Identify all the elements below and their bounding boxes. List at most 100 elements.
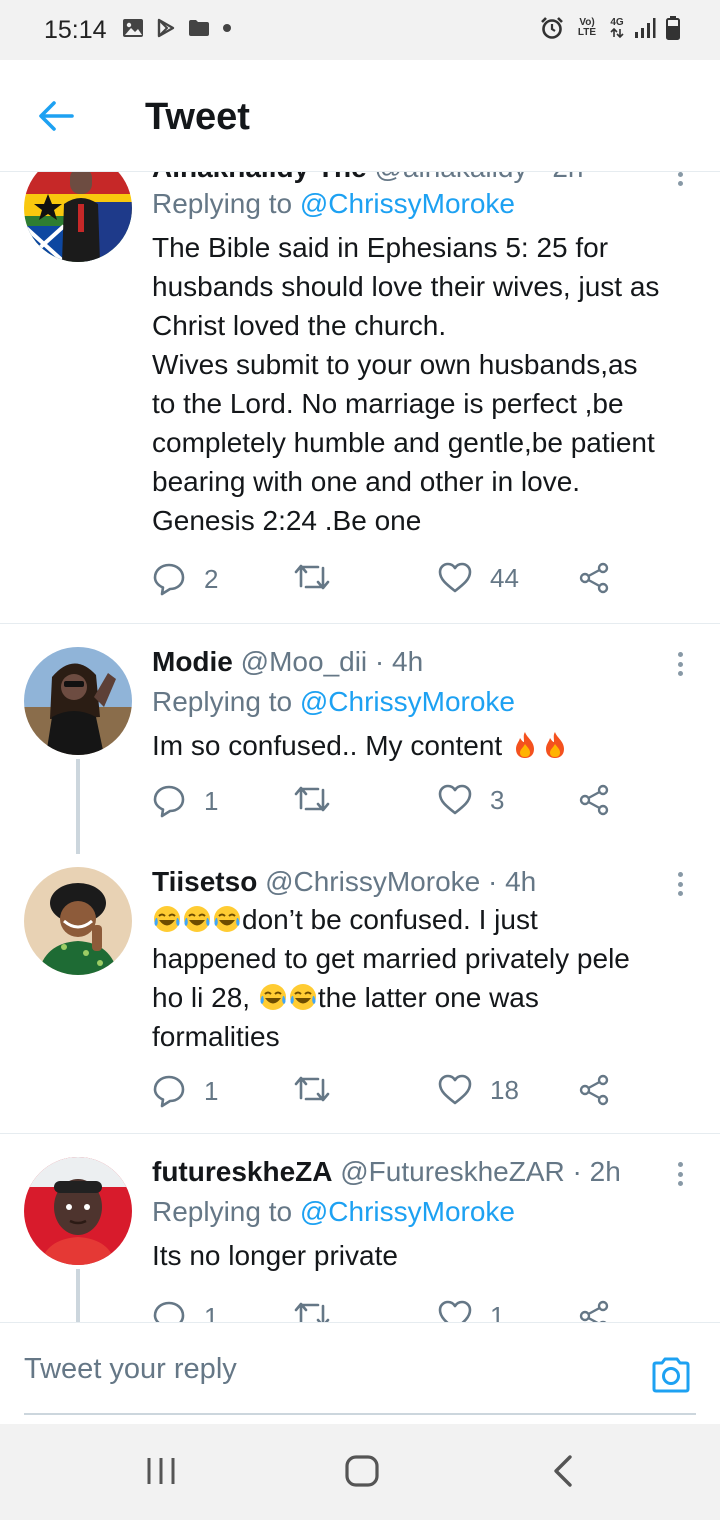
reply-button[interactable]: 1 (152, 1300, 218, 1322)
reply-button[interactable]: 2 (152, 562, 218, 596)
like-button[interactable]: 44 (438, 562, 519, 594)
reply-input[interactable]: Tweet your reply (24, 1353, 237, 1386)
battery-icon (666, 16, 680, 40)
retweet-icon (294, 1302, 330, 1322)
fire-emoji (545, 732, 564, 758)
reply-icon (153, 1075, 185, 1108)
author-name[interactable]: Tiisetso (152, 866, 257, 897)
share-icon (579, 1300, 609, 1322)
tears-of-joy-emoji (214, 906, 240, 932)
avatar[interactable] (24, 172, 132, 262)
tears-of-joy-emoji (154, 906, 180, 932)
tweet-actions: 2 44 (152, 562, 622, 602)
heart-icon (438, 1074, 472, 1105)
retweet-button[interactable] (294, 562, 330, 592)
share-icon (579, 784, 609, 816)
share-icon (579, 562, 609, 594)
status-time: 15:14 (44, 16, 107, 44)
heart-icon (438, 784, 472, 815)
reply-icon (153, 785, 185, 818)
author-handle: @alhakalidy · 2h (375, 172, 584, 183)
reply-button[interactable]: 1 (152, 784, 218, 818)
reply-count: 1 (204, 1301, 219, 1323)
more-options-icon[interactable] (674, 1156, 686, 1192)
reply-button[interactable]: 1 (152, 1074, 218, 1108)
tweet-text: Its no longer private (152, 1240, 398, 1271)
tears-of-joy-emoji (184, 906, 210, 932)
home-icon[interactable] (344, 1454, 380, 1488)
share-button[interactable] (578, 1300, 610, 1322)
reply-count: 2 (204, 563, 219, 594)
share-button[interactable] (578, 784, 610, 816)
avatar[interactable] (24, 1157, 132, 1265)
author-handle: @ChrissyMoroke · 4h (265, 866, 537, 897)
like-count: 3 (490, 784, 505, 815)
author-name[interactable]: futureskheZA (152, 1156, 332, 1187)
retweet-icon (294, 786, 330, 812)
heart-icon (438, 1300, 472, 1322)
tears-of-joy-emoji (259, 984, 286, 1010)
back-icon[interactable] (550, 1454, 578, 1488)
share-button[interactable] (578, 1074, 610, 1106)
reply-count: 1 (204, 1075, 219, 1106)
tweet-text: don’t be confused. I just happened to ge… (152, 904, 630, 1052)
like-button[interactable]: 18 (438, 1074, 519, 1106)
4g-icon: 4G (610, 18, 624, 38)
avatar[interactable] (24, 647, 132, 755)
mention-link[interactable]: @ChrissyMoroke (300, 188, 515, 219)
reply-composer: Tweet your reply (0, 1322, 720, 1424)
play-store-icon (157, 18, 175, 38)
retweet-button[interactable] (294, 1074, 330, 1104)
author-name[interactable]: Alhakhalidy The (152, 172, 367, 183)
like-button[interactable]: 1 (438, 1300, 504, 1322)
more-options-icon[interactable] (674, 866, 686, 902)
dot-icon (223, 24, 231, 32)
avatar[interactable] (24, 867, 132, 975)
like-count: 18 (490, 1074, 519, 1105)
reply-underline (24, 1413, 696, 1415)
gallery-icon (123, 19, 143, 37)
tweet-tiisetso[interactable]: Tiisetso @ChrissyMoroke · 4h don’t be co… (0, 844, 720, 1133)
top-app-bar: Tweet (0, 60, 720, 172)
thread-line (76, 759, 80, 854)
tweet-futureskheza[interactable]: futureskheZA @FutureskheZAR · 2h Replyin… (0, 1134, 720, 1322)
like-button[interactable]: 3 (438, 784, 504, 816)
heart-icon (438, 562, 472, 593)
tweet-text: The Bible said in Ephesians 5: 25 for hu… (152, 232, 660, 536)
retweet-button[interactable] (294, 1300, 330, 1322)
like-count: 1 (490, 1300, 505, 1323)
retweet-icon (294, 564, 330, 590)
tweet-modie[interactable]: Modie @Moo_dii · 4h Replying to @Chrissy… (0, 624, 720, 854)
arrow-left-icon[interactable] (36, 96, 76, 136)
mention-link[interactable]: @ChrissyMoroke (300, 686, 515, 717)
system-nav-bar (0, 1424, 720, 1520)
retweet-button[interactable] (294, 784, 330, 814)
author-handle: @Moo_dii · 4h (240, 646, 424, 677)
mention-link[interactable]: @ChrissyMoroke (300, 1196, 515, 1227)
thread-line (76, 1269, 80, 1322)
recent-apps-icon[interactable] (144, 1454, 178, 1488)
more-options-icon[interactable] (674, 646, 686, 682)
reply-icon (153, 563, 185, 596)
like-count: 44 (490, 562, 519, 593)
signal-icon (635, 18, 656, 38)
page-title: Tweet (145, 96, 250, 138)
retweet-icon (294, 1076, 330, 1102)
reply-feed[interactable]: Alhakhalidy The @alhakalidy · 2h Replyin… (0, 172, 720, 1322)
replying-to: Replying to @ChrissyMoroke (152, 188, 516, 219)
tweet-text: Im so confused.. My content (152, 726, 697, 765)
more-options-icon[interactable] (674, 172, 686, 192)
camera-icon[interactable] (650, 1355, 692, 1395)
fire-emoji (515, 732, 534, 758)
reply-icon (153, 1301, 185, 1322)
tears-of-joy-emoji (289, 984, 316, 1010)
replying-to: Replying to @ChrissyMoroke (152, 1196, 516, 1227)
author-name[interactable]: Modie (152, 646, 233, 677)
share-button[interactable] (578, 562, 610, 594)
tweet-actions: 1 18 (152, 1074, 622, 1114)
tweet-alhakhalidy[interactable]: Alhakhalidy The @alhakalidy · 2h Replyin… (0, 172, 720, 624)
share-icon (579, 1074, 609, 1106)
status-bar: 15:14 Vo) LTE 4G (0, 0, 720, 60)
reply-count: 1 (204, 785, 219, 816)
author-handle: @FutureskheZAR · 2h (340, 1156, 621, 1187)
